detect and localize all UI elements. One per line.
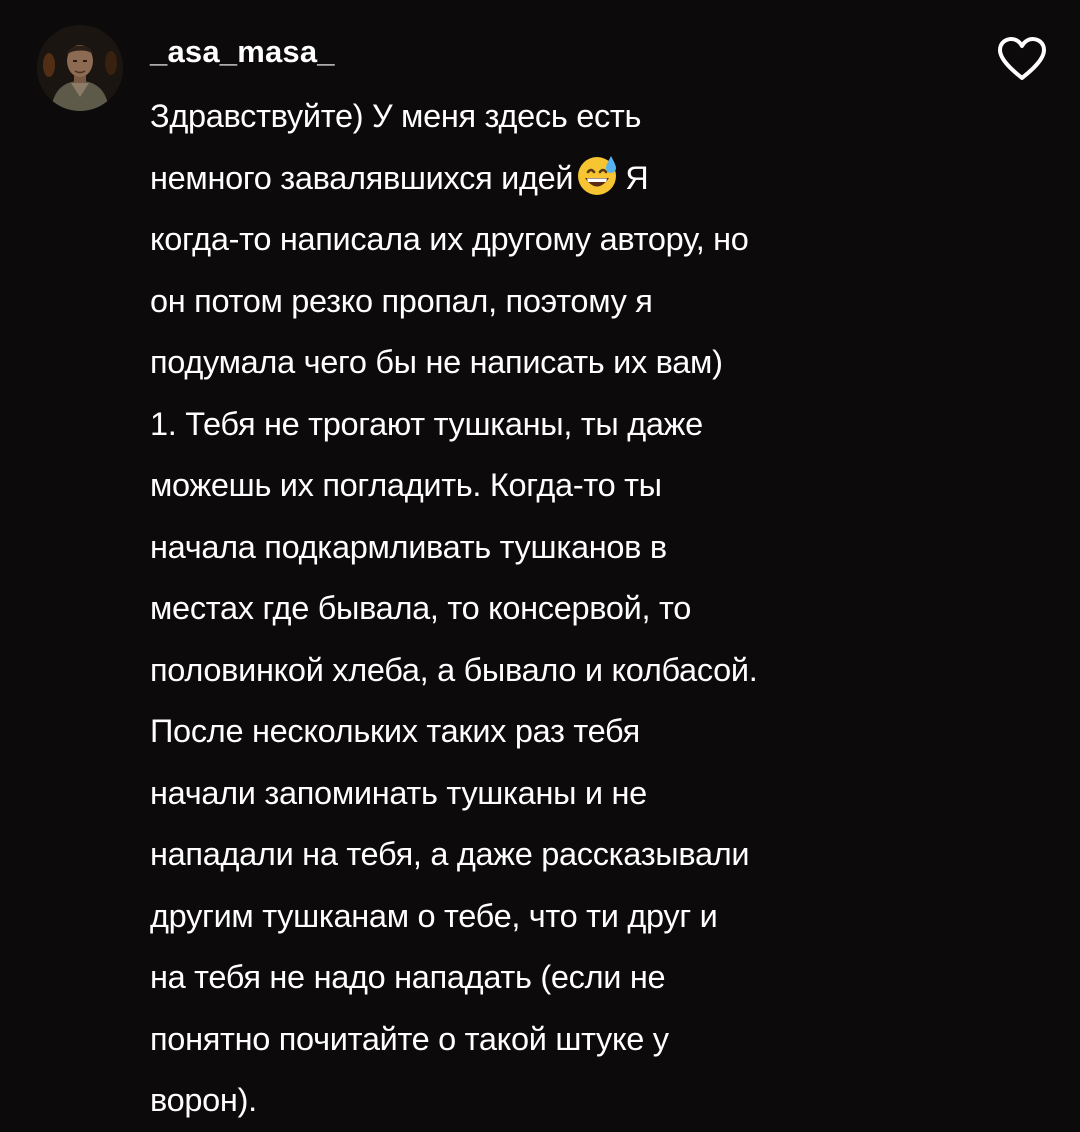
comment-line: начала подкармливать тушканов в (150, 528, 667, 565)
comment-line: другим тушканам о тебе, что ти друг и (150, 897, 718, 934)
like-button[interactable] (996, 36, 1048, 82)
comment-line: на тебя не надо нападать (если не (150, 959, 666, 995)
comment-line-text-after-emoji: Я (625, 159, 649, 196)
username[interactable]: _asa_masa_ (150, 30, 335, 74)
comment-line: начали запоминать тушканы и не (150, 774, 647, 811)
comment-line: местах где бывала, то консервой, то (150, 590, 691, 626)
grinning-face-with-sweat-emoji (578, 155, 617, 195)
comment-line: можешь их погладить. Когда-то ты (150, 467, 662, 503)
heart-outline-icon (998, 37, 1046, 80)
comment-line: понятно почитайте о такой штуке у (150, 1020, 669, 1057)
comment-line: ворон). (150, 1082, 257, 1118)
comment-line-with-emoji: немного завалявшихся идей Я (150, 148, 1060, 210)
comment-line: он потом резко пропал, поэтому я (150, 282, 653, 319)
avatar[interactable] (37, 25, 123, 111)
comment-line: когда-то написала их другому автору, но (150, 221, 749, 257)
comment-line: Здравствуйте) У меня здесь есть (150, 98, 642, 134)
comment-line: 1. Тебя не трогают тушканы, ты даже (150, 405, 703, 442)
avatar-image (37, 25, 123, 111)
comment-line: половинкой хлеба, а бывало и колбасой. (150, 651, 758, 688)
comment: _asa_masa_ Здравствуйте) У меня здесь ес… (0, 0, 1080, 1118)
comment-text: Здравствуйте) У меня здесь есть немного … (150, 86, 1060, 1132)
comment-line: После нескольких таких раз тебя (150, 713, 640, 749)
comment-line: подумала чего бы не написать их вам) (150, 344, 723, 380)
comment-line: нападали на тебя, а даже рассказывали (150, 836, 750, 872)
comment-line-text: немного завалявшихся идей (150, 159, 574, 196)
